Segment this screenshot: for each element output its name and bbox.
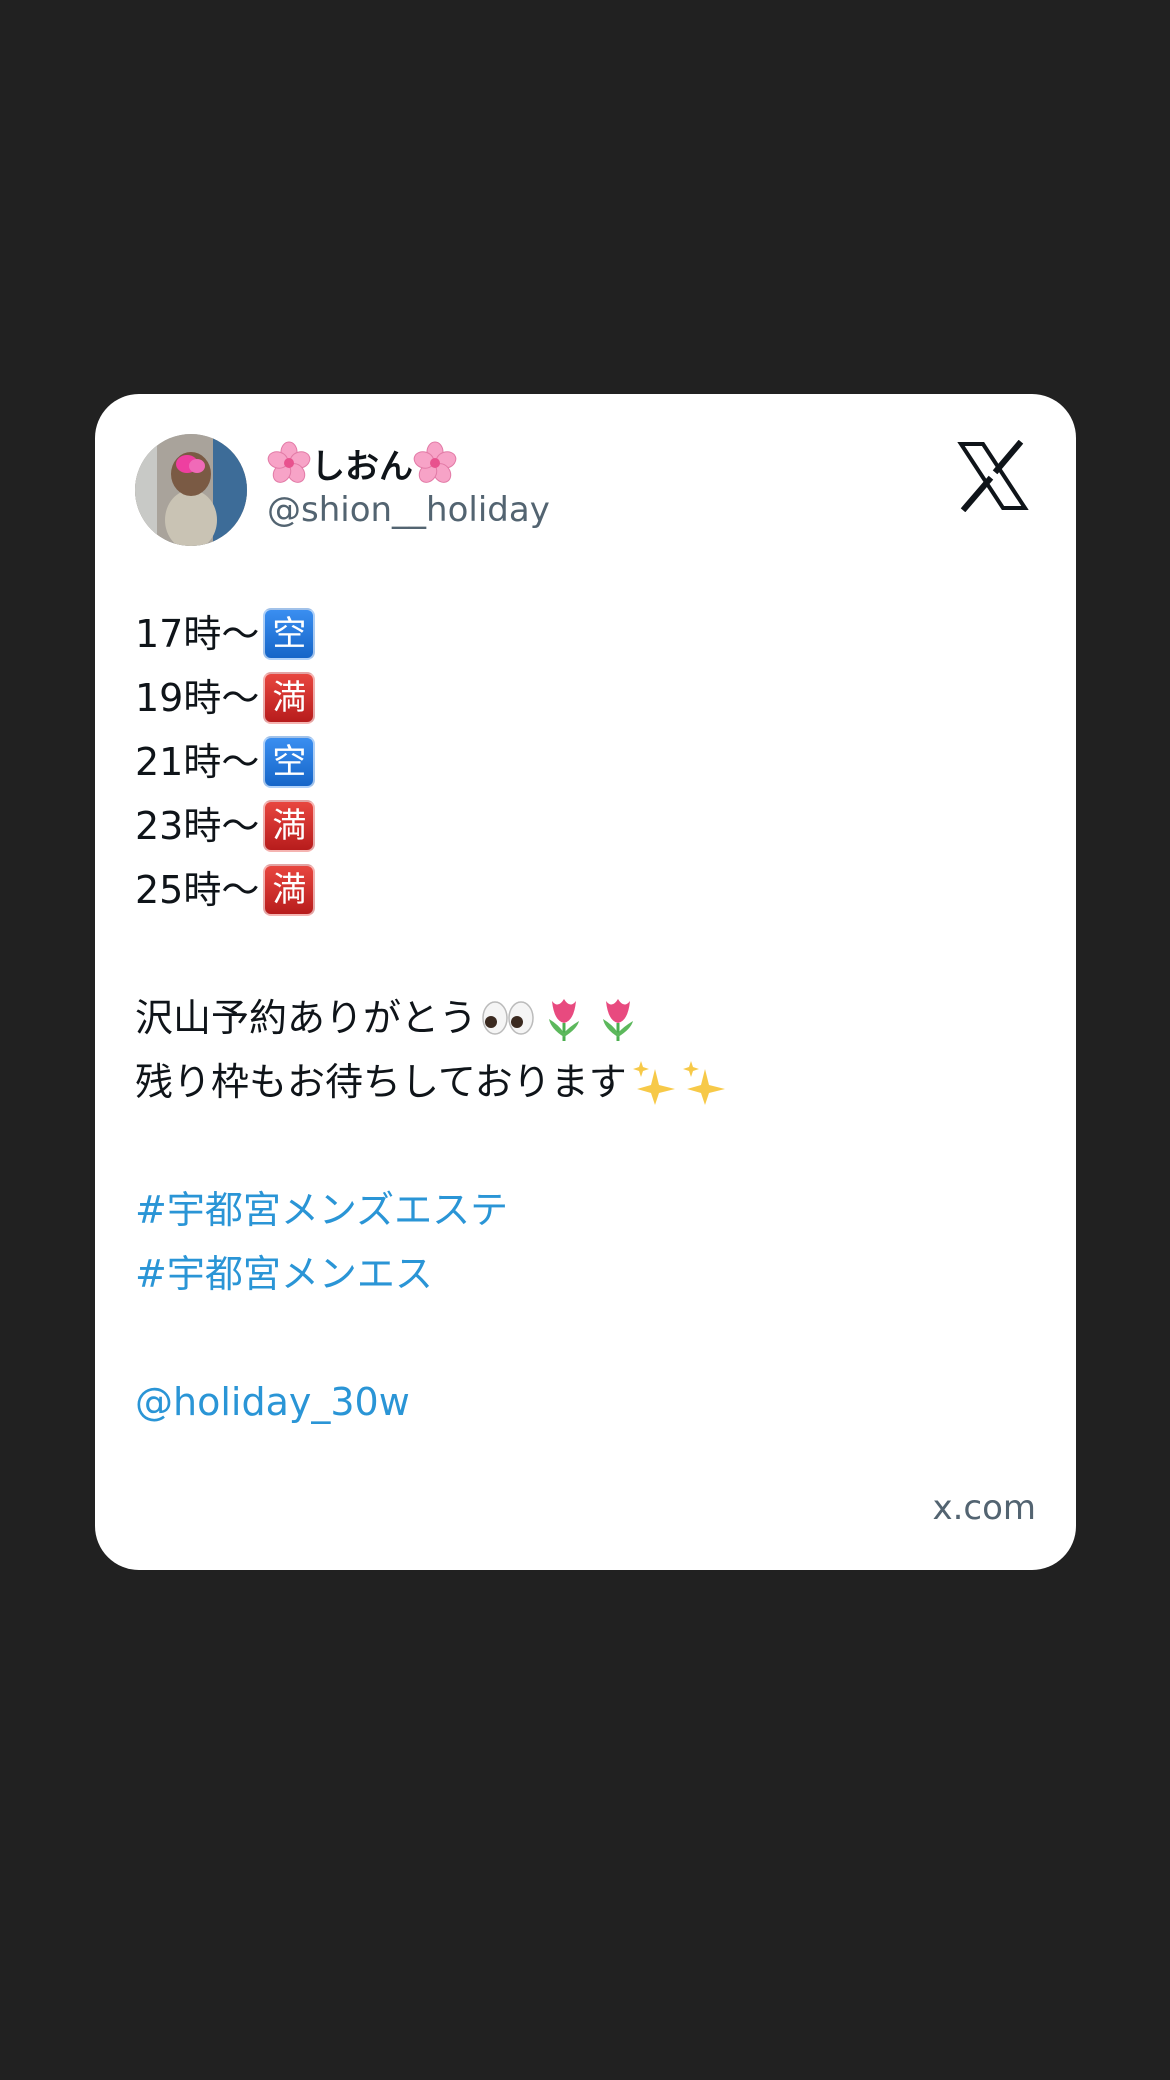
schedule-row: 21時〜 空	[135, 730, 1035, 794]
schedule-row: 23時〜 満	[135, 794, 1035, 858]
display-name[interactable]: しおん	[267, 440, 457, 487]
message-line: 沢山予約ありがとう	[135, 986, 1035, 1050]
post-body: 17時〜 空 19時〜 満 21時〜 空 23時〜 満 25時〜 満 沢山予約あ…	[135, 602, 1035, 1434]
full-badge: 満	[263, 672, 316, 724]
vacancy-badge: 空	[263, 736, 316, 788]
user-handle[interactable]: @shion__holiday	[267, 490, 550, 530]
sparkles-icon	[632, 1061, 675, 1105]
eyes-icon	[482, 1001, 534, 1035]
display-name-text: しおん	[311, 446, 413, 487]
schedule-row: 25時〜 満	[135, 858, 1035, 922]
source-domain: x.com	[932, 1488, 1036, 1528]
message-line: 残り枠もお待ちしております	[135, 1050, 1035, 1114]
full-badge: 満	[263, 800, 316, 852]
mention-link[interactable]: @holiday_30w	[135, 1370, 1035, 1434]
sparkles-icon	[682, 1061, 725, 1105]
full-badge: 満	[263, 864, 316, 916]
hashtag-link[interactable]: #宇都宮メンズエステ	[135, 1178, 1035, 1242]
tulip-icon	[549, 999, 580, 1041]
vacancy-badge: 空	[263, 608, 316, 660]
schedule-row: 17時〜 空	[135, 602, 1035, 666]
cherry-blossom-icon	[267, 441, 311, 483]
post-card[interactable]: しおん @shion__holiday 17時〜 空 19時〜 満 21時〜 空…	[95, 394, 1076, 1570]
schedule-row: 19時〜 満	[135, 666, 1035, 730]
x-logo-icon[interactable]	[957, 440, 1029, 512]
hashtag-link[interactable]: #宇都宮メンエス	[135, 1242, 1035, 1306]
cherry-blossom-icon	[413, 441, 457, 483]
tulip-icon	[603, 999, 634, 1041]
avatar[interactable]	[135, 434, 247, 546]
